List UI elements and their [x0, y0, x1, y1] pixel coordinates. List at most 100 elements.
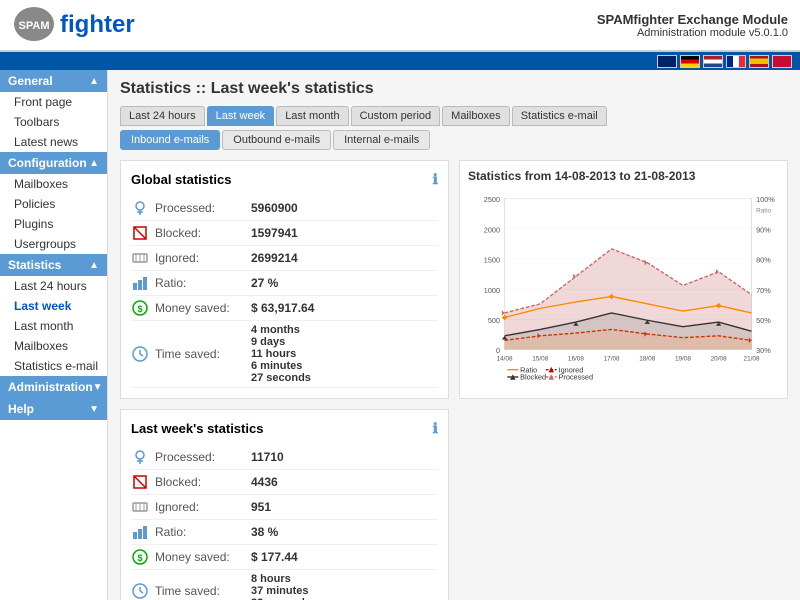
sidebar-config-label: Configuration: [8, 156, 87, 170]
chart-panel: Statistics from 14-08-2013 to 21-08-2013…: [459, 160, 788, 399]
svg-text:19/08: 19/08: [675, 356, 691, 363]
chevron-up-icon-2: ▲: [89, 158, 99, 169]
subtab-internal[interactable]: Internal e-mails: [333, 130, 430, 150]
right-spacer: [459, 409, 788, 600]
svg-text:50%: 50%: [756, 316, 771, 325]
ratio-value: 27 %: [251, 276, 278, 290]
stat-row-ratio: Ratio: 27 %: [131, 271, 438, 296]
sidebar-item-last24[interactable]: Last 24 hours: [0, 276, 107, 296]
flag-de[interactable]: [680, 55, 700, 68]
sidebar-header-config[interactable]: Configuration ▲: [0, 152, 107, 174]
money-icon: $: [131, 299, 149, 317]
lw-blocked-label: Blocked:: [155, 475, 245, 489]
stat-row-processed: Processed: 5960900: [131, 196, 438, 221]
flag-dk[interactable]: [772, 55, 792, 68]
sidebar-header-general[interactable]: General ▲: [0, 70, 107, 92]
sidebar-item-mailboxes[interactable]: Mailboxes: [0, 174, 107, 194]
flag-es[interactable]: [749, 55, 769, 68]
header: SPAM fighter SPAMfighter Exchange Module…: [0, 0, 800, 52]
sidebar-item-usergroups[interactable]: Usergroups: [0, 234, 107, 254]
lw-processed-label: Processed:: [155, 450, 245, 464]
lw-stat-ignored: Ignored: 951: [131, 495, 438, 520]
subtab-outbound[interactable]: Outbound e-mails: [222, 130, 331, 150]
lastweek-info-icon[interactable]: ℹ: [433, 420, 438, 437]
lw-money-label: Money saved:: [155, 550, 245, 564]
tab-statsemail[interactable]: Statistics e-mail: [512, 106, 607, 126]
lastweek-stats-title: Last week's statistics ℹ: [131, 420, 438, 437]
sidebar-item-plugins[interactable]: Plugins: [0, 214, 107, 234]
chart-svg: 2500 2000 1500 1000 500 0 100% 90% 80% 7…: [468, 188, 779, 383]
header-info: SPAMfighter Exchange Module Administrati…: [597, 12, 788, 39]
svg-text:100%: 100%: [756, 195, 775, 204]
tab-last24[interactable]: Last 24 hours: [120, 106, 205, 126]
lw-blocked-icon: [131, 473, 149, 491]
global-stats-title: Global statistics ℹ: [131, 171, 438, 188]
svg-text:18/08: 18/08: [639, 356, 655, 363]
stat-row-money: $ Money saved: $ 63,917.64: [131, 296, 438, 321]
flag-nl[interactable]: [703, 55, 723, 68]
stat-row-time: Time saved: 4 months 9 days 11 hours 6 m…: [131, 321, 438, 388]
sidebar-section-stats: Statistics ▲ Last 24 hours Last week Las…: [0, 254, 107, 376]
tab-lastweek[interactable]: Last week: [207, 106, 275, 126]
layout: General ▲ Front page Toolbars Latest new…: [0, 70, 800, 600]
tab-mailboxes[interactable]: Mailboxes: [442, 106, 510, 126]
lw-stat-blocked: Blocked: 4436: [131, 470, 438, 495]
blocked-value: 1597941: [251, 226, 298, 240]
svg-text:Blocked: Blocked: [520, 373, 546, 382]
main-content: Statistics :: Last week's statistics Las…: [108, 70, 800, 600]
global-stats-panel: Global statistics ℹ Processed: 5960900: [120, 160, 449, 399]
logo: SPAM fighter: [12, 4, 135, 47]
subtabs-row: Inbound e-mails Outbound e-mails Interna…: [120, 130, 788, 150]
flag-bar: [0, 52, 800, 70]
tab-customperiod[interactable]: Custom period: [351, 106, 441, 126]
app-subtitle: Administration module v5.0.1.0: [597, 27, 788, 39]
tab-lastmonth[interactable]: Last month: [276, 106, 348, 126]
sidebar-section-general: General ▲ Front page Toolbars Latest new…: [0, 70, 107, 152]
stat-row-blocked: Blocked: 1597941: [131, 221, 438, 246]
lw-money-icon: $: [131, 548, 149, 566]
svg-text:17/08: 17/08: [604, 356, 620, 363]
chevron-down-icon: ▼: [93, 382, 103, 393]
svg-text:2500: 2500: [484, 195, 500, 204]
svg-text:1000: 1000: [484, 286, 500, 295]
lastweek-stats-title-text: Last week's statistics: [131, 421, 263, 436]
blocked-icon: [131, 224, 149, 242]
sidebar-item-latestnews[interactable]: Latest news: [0, 132, 107, 152]
page-title: Statistics :: Last week's statistics: [120, 80, 788, 98]
sidebar-item-statsemail[interactable]: Statistics e-mail: [0, 356, 107, 376]
sidebar-item-lastmonth[interactable]: Last month: [0, 316, 107, 336]
sidebar-item-toolbars[interactable]: Toolbars: [0, 112, 107, 132]
global-stats-info-icon[interactable]: ℹ: [433, 171, 438, 188]
svg-text:70%: 70%: [756, 286, 771, 295]
flag-uk[interactable]: [657, 55, 677, 68]
sidebar-item-policies[interactable]: Policies: [0, 194, 107, 214]
ignored-icon: [131, 249, 149, 267]
ratio-label: Ratio:: [155, 276, 245, 290]
sidebar: General ▲ Front page Toolbars Latest new…: [0, 70, 108, 600]
svg-text:21/08: 21/08: [744, 356, 760, 363]
bottom-row: Last week's statistics ℹ Processed: 1171…: [120, 409, 788, 600]
chevron-up-icon-3: ▲: [89, 260, 99, 271]
sidebar-admin-label: Administration: [8, 380, 93, 394]
sidebar-help-label: Help: [8, 402, 34, 416]
chevron-up-icon: ▲: [89, 76, 99, 87]
sidebar-item-frontpage[interactable]: Front page: [0, 92, 107, 112]
sidebar-header-help[interactable]: Help ▼: [0, 398, 107, 420]
ratio-icon: [131, 274, 149, 292]
sidebar-header-stats[interactable]: Statistics ▲: [0, 254, 107, 276]
lw-ratio-label: Ratio:: [155, 525, 245, 539]
sidebar-item-lastweek[interactable]: Last week: [0, 296, 107, 316]
money-value: $ 63,917.64: [251, 301, 314, 315]
lastweek-stats-panel: Last week's statistics ℹ Processed: 1171…: [120, 409, 449, 600]
flag-fr[interactable]: [726, 55, 746, 68]
svg-text:90%: 90%: [756, 225, 771, 234]
sidebar-header-admin[interactable]: Administration ▼: [0, 376, 107, 398]
subtab-inbound[interactable]: Inbound e-mails: [120, 130, 220, 150]
svg-text:Ratio: Ratio: [756, 207, 771, 214]
lw-stat-time: Time saved: 8 hours 37 minutes 32 second…: [131, 570, 438, 600]
ignored-label: Ignored:: [155, 251, 245, 265]
sidebar-stats-label: Statistics: [8, 258, 61, 272]
sidebar-item-mailboxes2[interactable]: Mailboxes: [0, 336, 107, 356]
lw-time-label: Time saved:: [155, 584, 245, 598]
logo-icon: SPAM: [12, 4, 56, 44]
